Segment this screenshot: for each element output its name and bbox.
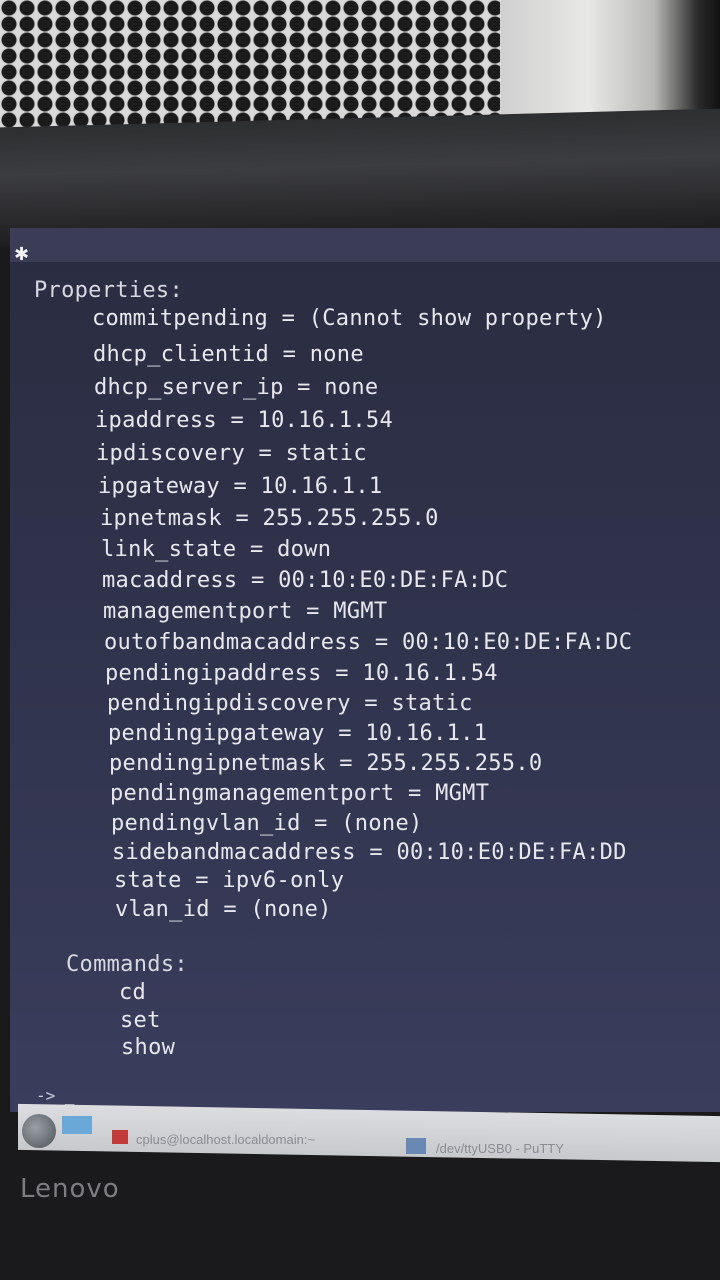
property-line: ipaddress = 10.16.1.54 xyxy=(95,408,393,433)
property-line: link_state = down xyxy=(101,537,332,562)
property-line: pendingmanagementport = MGMT xyxy=(110,781,490,806)
property-line: state = ipv6-only xyxy=(114,868,345,893)
command-item: show xyxy=(121,1035,176,1060)
property-line: pendingipgateway = 10.16.1.1 xyxy=(108,721,488,746)
pin-icon[interactable]: ✱ xyxy=(14,244,29,265)
property-line: pendingvlan_id = (none) xyxy=(111,811,423,836)
taskbar-item-terminal[interactable]: cplus@localhost.localdomain:~ xyxy=(136,1132,315,1147)
property-line: pendingipaddress = 10.16.1.54 xyxy=(105,661,498,686)
property-line: sidebandmacaddress = 00:10:E0:DE:FA:DD xyxy=(112,840,627,865)
command-prompt[interactable]: -> _ xyxy=(36,1086,75,1105)
putty-icon xyxy=(406,1138,426,1154)
property-line: outofbandmacaddress = 00:10:E0:DE:FA:DC xyxy=(104,630,633,655)
property-line: commitpending = (Cannot show property) xyxy=(92,306,607,331)
property-line: managementport = MGMT xyxy=(103,599,388,624)
property-line: ipdiscovery = static xyxy=(96,441,367,466)
property-line: ipgateway = 10.16.1.1 xyxy=(98,474,383,499)
commands-header: Commands: xyxy=(66,952,188,977)
property-line: macaddress = 00:10:E0:DE:FA:DC xyxy=(102,568,509,593)
command-item: cd xyxy=(119,980,147,1005)
monitor-bezel-top xyxy=(0,108,720,248)
start-menu-button[interactable] xyxy=(22,1114,56,1148)
property-line: dhcp_clientid = none xyxy=(93,342,364,367)
lenovo-logo: Lenovo xyxy=(20,1174,120,1204)
command-item: set xyxy=(120,1008,161,1033)
properties-header: Properties: xyxy=(34,278,183,303)
property-line: pendingipdiscovery = static xyxy=(107,691,473,716)
taskbar-item-putty[interactable]: /dev/ttyUSB0 - PuTTY xyxy=(436,1141,564,1156)
property-line: dhcp_server_ip = none xyxy=(94,375,379,400)
server-rack-grille xyxy=(0,0,500,135)
property-line: ipnetmask = 255.255.255.0 xyxy=(100,506,439,531)
show-desktop-button[interactable] xyxy=(62,1116,92,1134)
terminal-title-bar[interactable] xyxy=(10,228,720,262)
terminal-app-icon xyxy=(112,1130,128,1144)
property-line: pendingipnetmask = 255.255.255.0 xyxy=(109,751,543,776)
property-line: vlan_id = (none) xyxy=(115,897,332,922)
